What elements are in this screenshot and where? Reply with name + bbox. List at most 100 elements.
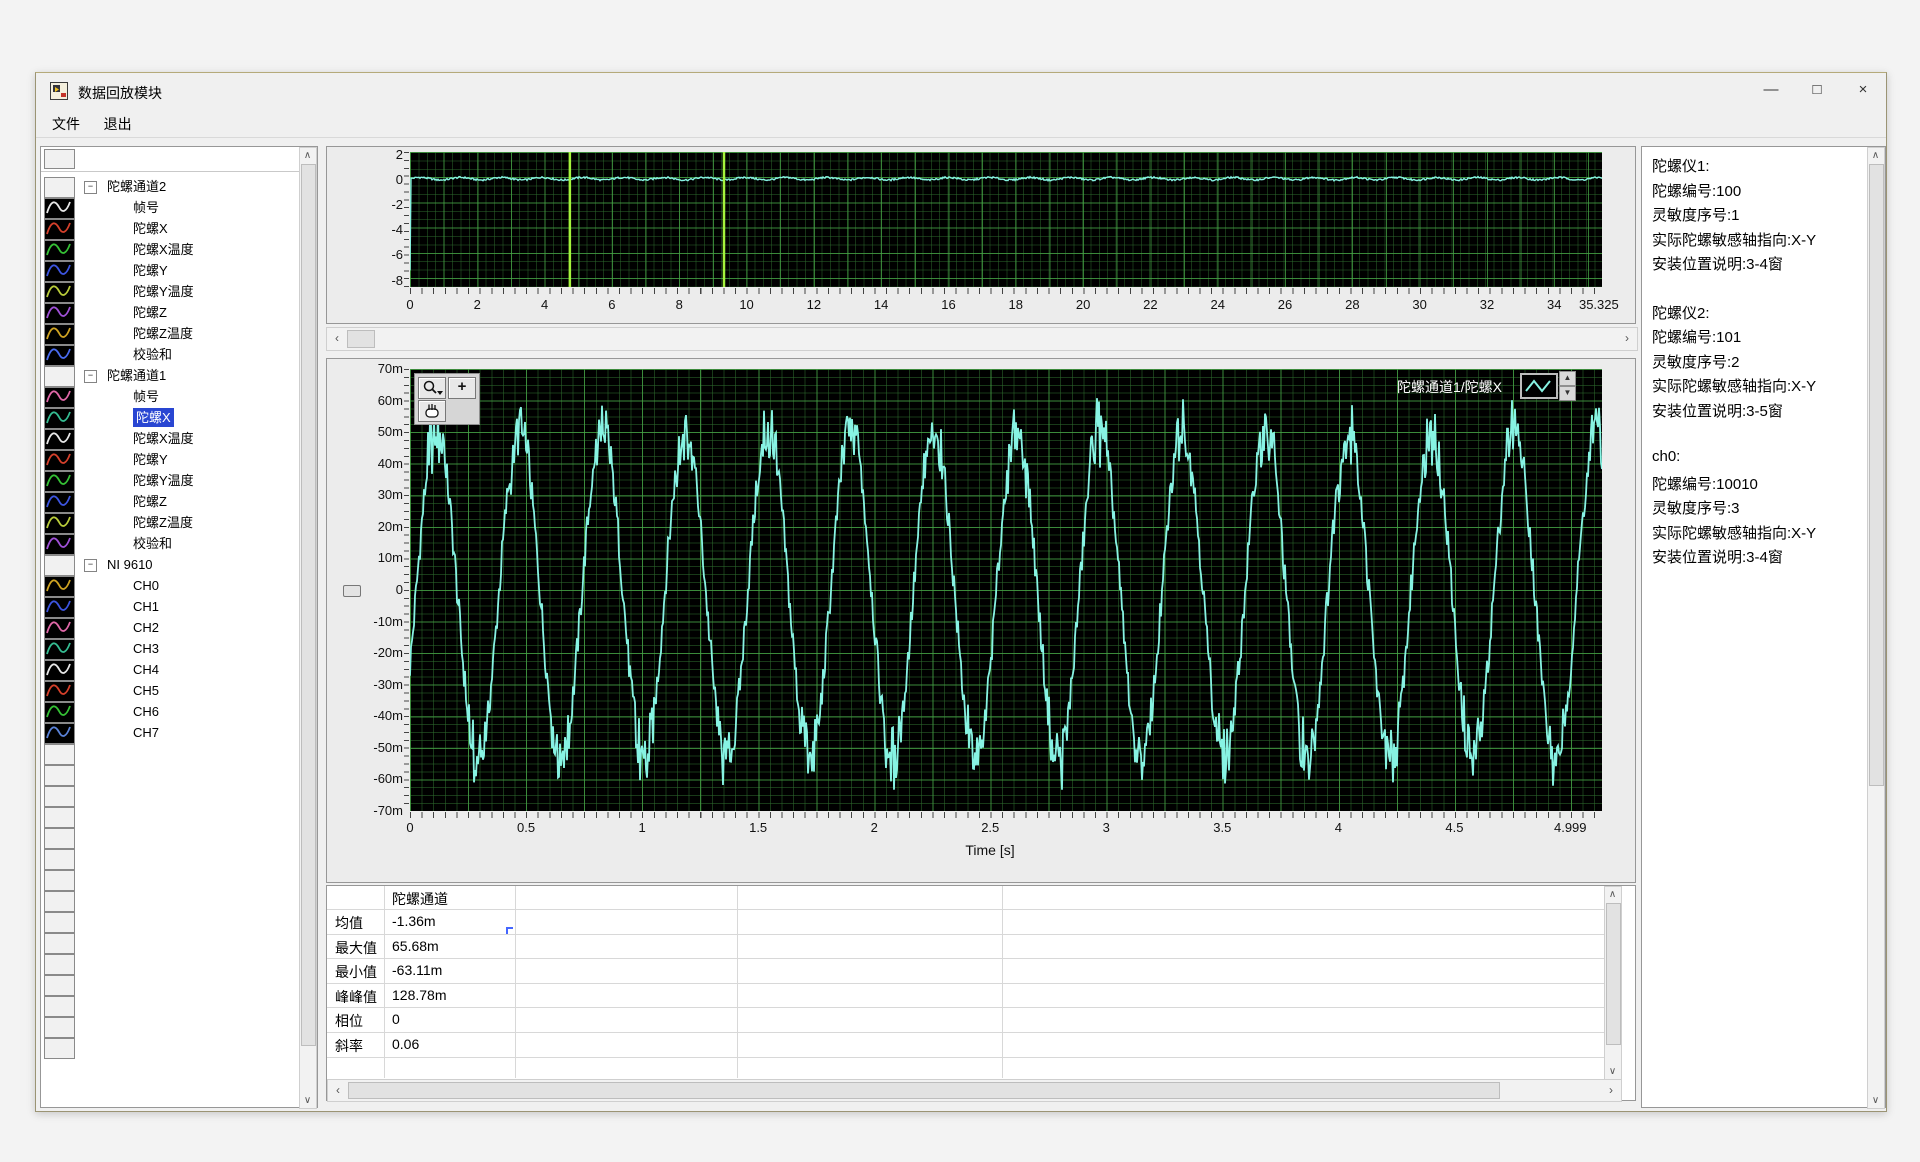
tree-item-label[interactable]: CH2	[133, 618, 159, 637]
x-tick-label: 1	[610, 820, 674, 835]
plot-style-icon[interactable]	[44, 324, 75, 345]
tree-item-label[interactable]: 陀螺Z温度	[133, 513, 193, 532]
tree-item-label[interactable]: CH7	[133, 723, 159, 742]
tree-item-label[interactable]: 校验和	[133, 534, 172, 553]
tree-item-label[interactable]: 帧号	[133, 387, 159, 406]
plot-style-icon[interactable]	[44, 198, 75, 219]
maximize-button[interactable]: □	[1794, 73, 1840, 109]
info-text-line: 灵敏度序号:3	[1652, 497, 1740, 518]
plot-style-icon[interactable]	[44, 702, 75, 723]
tree-item-label[interactable]: CH3	[133, 639, 159, 658]
menu-exit[interactable]: 退出	[94, 109, 142, 139]
tree-scroll-up-icon[interactable]: ∧	[301, 150, 314, 161]
stats-h-thumb[interactable]	[348, 1082, 1500, 1099]
info-scroll-thumb[interactable]	[1869, 164, 1884, 786]
plot-style-icon[interactable]	[44, 660, 75, 681]
tree-item-label[interactable]: CH6	[133, 702, 159, 721]
tree-item-label[interactable]: CH1	[133, 597, 159, 616]
stats-scroll-up-icon[interactable]: ∧	[1606, 889, 1619, 900]
tree-item-label[interactable]: 陀螺Y	[133, 450, 168, 469]
legend-scroll-up-icon[interactable]: ▲	[1559, 371, 1576, 386]
menu-file[interactable]: 文件	[42, 109, 90, 139]
tree-item-label[interactable]: CH4	[133, 660, 159, 679]
tree-expander-icon[interactable]: −	[84, 181, 97, 194]
plot-style-icon[interactable]	[44, 639, 75, 660]
plot-style-icon[interactable]	[44, 408, 75, 429]
overview-scroll-left-icon[interactable]: ‹	[330, 331, 344, 345]
stat-row-value[interactable]: -63.11m	[392, 962, 442, 978]
overview-scroll-thumb[interactable]	[347, 330, 375, 348]
tree-group-label[interactable]: NI 9610	[107, 555, 153, 574]
plot-style-icon[interactable]	[44, 618, 75, 639]
stats-scroll-down-icon[interactable]: ∨	[1606, 1066, 1619, 1077]
tree-item-label[interactable]: 陀螺Z温度	[133, 324, 193, 343]
tree-expander-icon[interactable]: −	[84, 559, 97, 572]
stat-row-value[interactable]: 128.78m	[392, 987, 446, 1003]
legend-scroll-down-icon[interactable]: ▼	[1559, 386, 1576, 401]
stats-scroll-left-icon[interactable]: ‹	[331, 1083, 345, 1097]
overview-plot[interactable]	[410, 152, 1602, 287]
info-scrollbar[interactable]: ∧ ∨	[1867, 147, 1885, 1109]
zoom-tool-icon[interactable]	[418, 377, 446, 399]
tree-item-label[interactable]: CH0	[133, 576, 159, 595]
tree-item-label[interactable]: 帧号	[133, 198, 159, 217]
tree-group-label[interactable]: 陀螺通道2	[107, 177, 166, 196]
tree-item-label[interactable]: 陀螺Y	[133, 261, 168, 280]
tree-item-label[interactable]: 陀螺Y温度	[133, 282, 194, 301]
plot-style-icon[interactable]	[44, 723, 75, 744]
info-scroll-up-icon[interactable]: ∧	[1869, 150, 1882, 161]
stats-scroll-right-icon[interactable]: ›	[1604, 1083, 1618, 1097]
tree-scroll-thumb[interactable]	[301, 164, 316, 1046]
stats-v-scrollbar[interactable]: ∧ ∨	[1604, 886, 1622, 1080]
plot-style-icon[interactable]	[44, 345, 75, 366]
plot-style-icon[interactable]	[44, 471, 75, 492]
stats-v-thumb[interactable]	[1606, 903, 1621, 1045]
stat-row-value[interactable]: -1.36m	[392, 913, 436, 929]
tree-item-label[interactable]: 校验和	[133, 345, 172, 364]
legend-plot-sample[interactable]	[1520, 373, 1558, 399]
tree-group-label[interactable]: 陀螺通道1	[107, 366, 166, 385]
plot-style-icon[interactable]	[44, 597, 75, 618]
main-plot[interactable]	[410, 369, 1602, 811]
info-scroll-down-icon[interactable]: ∨	[1869, 1095, 1882, 1106]
cursor-tool-icon[interactable]: +	[448, 377, 476, 399]
plot-style-icon[interactable]	[44, 681, 75, 702]
stat-row-value[interactable]: 65.68m	[392, 938, 439, 954]
plot-style-icon[interactable]	[44, 282, 75, 303]
empty-icon-cell	[44, 933, 75, 954]
tree-item-label[interactable]: 陀螺Y温度	[133, 471, 194, 490]
plot-style-icon[interactable]	[44, 303, 75, 324]
plot-style-icon[interactable]	[44, 219, 75, 240]
close-button[interactable]: ×	[1840, 73, 1886, 109]
overview-scroll-right-icon[interactable]: ›	[1620, 331, 1634, 345]
plot-style-icon[interactable]	[44, 576, 75, 597]
tree-item-label[interactable]: 陀螺X	[133, 408, 174, 427]
tree-scroll-down-icon[interactable]: ∨	[301, 1095, 314, 1106]
tree-item-label[interactable]: 陀螺Z	[133, 303, 167, 322]
tree-item-label[interactable]: 陀螺X	[133, 219, 168, 238]
tree-item-label[interactable]: 陀螺X温度	[133, 240, 194, 259]
overview-h-scrollbar[interactable]: ‹ ›	[326, 327, 1638, 351]
plot-style-icon[interactable]	[44, 450, 75, 471]
plot-style-icon[interactable]	[44, 261, 75, 282]
stat-row-value[interactable]: 0	[392, 1011, 400, 1027]
tree-item-label[interactable]: 陀螺X温度	[133, 429, 194, 448]
plot-style-icon[interactable]	[44, 492, 75, 513]
tree-item-label[interactable]: 陀螺Z	[133, 492, 167, 511]
x-tick-label: 10	[715, 297, 779, 312]
y-axis-lock-button[interactable]	[343, 585, 361, 597]
tree-expander-icon[interactable]: −	[84, 370, 97, 383]
plot-style-icon[interactable]	[44, 387, 75, 408]
stat-row-value[interactable]: 0.06	[392, 1036, 419, 1052]
titlebar[interactable]: 数据回放模块 — □ ×	[36, 73, 1886, 109]
tree-item-label[interactable]: CH5	[133, 681, 159, 700]
stats-h-scrollbar[interactable]: ‹ ›	[327, 1079, 1622, 1102]
minimize-button[interactable]: —	[1748, 73, 1794, 109]
plot-style-icon[interactable]	[44, 240, 75, 261]
plot-style-icon[interactable]	[44, 513, 75, 534]
x-tick-label: 0.5	[494, 820, 558, 835]
tree-scrollbar[interactable]: ∧ ∨	[299, 147, 317, 1109]
pan-tool-icon[interactable]	[418, 400, 446, 422]
plot-style-icon[interactable]	[44, 534, 75, 555]
plot-style-icon[interactable]	[44, 429, 75, 450]
